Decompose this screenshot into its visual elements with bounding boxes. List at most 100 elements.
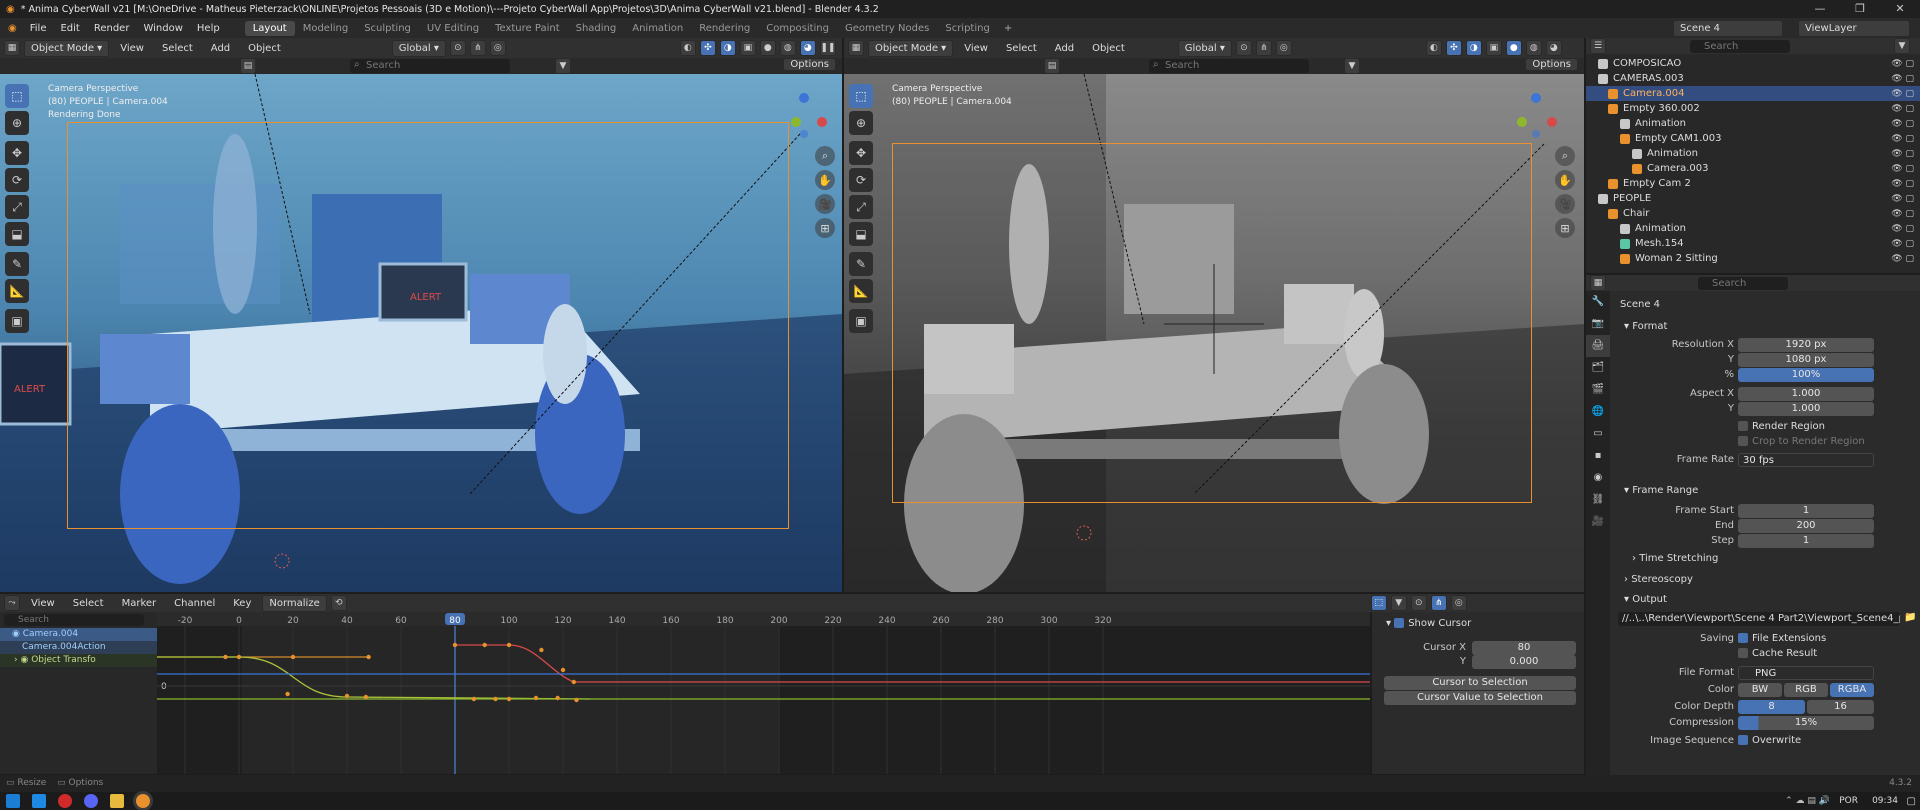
scale-tool-icon[interactable]: ⤢ xyxy=(849,195,873,219)
lock-view-icon[interactable]: ⊞ xyxy=(1555,218,1575,238)
folder-icon[interactable] xyxy=(110,794,124,808)
shading-rendered-icon[interactable]: ◕ xyxy=(1545,40,1562,56)
collection-tab-icon[interactable]: ▭ xyxy=(1586,423,1610,445)
minimize-icon[interactable]: — xyxy=(1800,0,1840,18)
viewport-left-canvas[interactable]: ALERT ALERT Camera Perspective (80) PEOP… xyxy=(0,74,842,592)
editor-type-icon[interactable]: ▦ xyxy=(1590,275,1606,291)
scale-tool-icon[interactable]: ⤢ xyxy=(5,195,29,219)
rotate-tool-icon[interactable]: ⟳ xyxy=(5,168,29,192)
outliner-row[interactable]: Camera.003 👁 ▢ xyxy=(1586,161,1920,176)
filter-funnel-icon[interactable]: ▼ xyxy=(1894,38,1910,54)
outliner-row[interactable]: Chair 👁 ▢ xyxy=(1586,206,1920,221)
measure-tool-icon[interactable]: 📐 xyxy=(5,279,29,303)
normalize-refresh-icon[interactable]: ⟲ xyxy=(330,595,347,611)
normalize-toggle[interactable]: Normalize xyxy=(262,594,327,612)
select-box-icon[interactable]: ⬚ xyxy=(5,84,29,108)
visibility-icon[interactable]: 👁 ▢ xyxy=(1891,209,1914,219)
viewlayer-selector[interactable]: ViewLayer xyxy=(1798,20,1910,37)
axis-gizmo[interactable] xyxy=(790,92,836,138)
outliner-search[interactable]: Search xyxy=(1690,39,1790,53)
tab-scripting[interactable]: Scripting xyxy=(937,21,997,36)
lock-view-icon[interactable]: ⊞ xyxy=(815,218,835,238)
visibility-icon[interactable]: 👁 ▢ xyxy=(1891,149,1914,159)
outliner-row[interactable]: Woman 2 Sitting 👁 ▢ xyxy=(1586,251,1920,266)
frame-range-section[interactable]: ▾ Frame Range xyxy=(1624,485,1698,496)
outliner-row[interactable]: Animation 👁 ▢ xyxy=(1586,146,1920,161)
only-selected-icon[interactable]: ⬚ xyxy=(1370,595,1387,611)
proportional-icon[interactable]: ◎ xyxy=(1275,40,1292,56)
visibility-icon[interactable]: 👁 ▢ xyxy=(1891,224,1914,234)
world-tab-icon[interactable]: 🌐 xyxy=(1586,401,1610,423)
data-tab-icon[interactable]: 🎥 xyxy=(1586,511,1610,533)
compression-slider[interactable]: 15% xyxy=(1738,715,1874,730)
gizmo-toggle-icon[interactable]: ✣ xyxy=(1445,40,1462,56)
snap-icon[interactable]: ⋔ xyxy=(1255,40,1272,56)
axis-gizmo[interactable] xyxy=(1516,92,1562,138)
editor-type-icon[interactable]: ▦ xyxy=(848,40,864,56)
channel-transform[interactable]: › ◉ Object Transfo xyxy=(0,654,157,667)
menu-channel[interactable]: Channel xyxy=(167,598,222,609)
channel-camera[interactable]: ◉ Camera.004 xyxy=(0,628,157,641)
transform-tool-icon[interactable]: ⬓ xyxy=(5,222,29,246)
move-tool-icon[interactable]: ✥ xyxy=(849,141,873,165)
resolution-y-field[interactable]: 1080 px xyxy=(1738,352,1874,367)
snap-icon[interactable]: ⋔ xyxy=(1430,595,1447,611)
opera-icon[interactable] xyxy=(58,794,72,808)
pivot-icon[interactable]: ⊙ xyxy=(1410,595,1427,611)
editor-type-icon[interactable]: ⤳ xyxy=(4,595,20,611)
color-rgb[interactable]: RGB xyxy=(1784,682,1828,697)
search-input-left[interactable]: Search xyxy=(350,59,510,73)
menu-render[interactable]: Render xyxy=(87,23,137,34)
object-tab-icon[interactable]: ▪ xyxy=(1586,445,1610,467)
cache-result-checkbox[interactable]: Cache Result xyxy=(1738,648,1817,659)
menu-marker[interactable]: Marker xyxy=(115,598,164,609)
annotate-tool-icon[interactable]: ✎ xyxy=(849,252,873,276)
shading-solid-icon[interactable]: ● xyxy=(1505,40,1522,56)
tab-layout[interactable]: Layout xyxy=(244,20,295,36)
shading-material-icon[interactable]: ◍ xyxy=(779,40,796,56)
visibility-icon[interactable]: 👁 ▢ xyxy=(1891,164,1914,174)
add-cube-tool-icon[interactable]: ▣ xyxy=(849,309,873,333)
pivot-icon[interactable]: ⊙ xyxy=(449,40,466,56)
visibility-icon[interactable]: 👁 ▢ xyxy=(1891,104,1914,114)
visibility-icon[interactable]: 👁 ▢ xyxy=(1891,74,1914,84)
cursor-y-field[interactable]: 0.000 xyxy=(1472,655,1576,669)
menu-help[interactable]: Help xyxy=(190,23,227,34)
constraint-tab-icon[interactable]: ⛓ xyxy=(1586,489,1610,511)
camera-view-icon[interactable]: 🎥 xyxy=(815,194,835,214)
language-indicator[interactable]: POR xyxy=(1839,796,1858,806)
filter-funnel-icon[interactable]: ▼ xyxy=(1390,595,1407,611)
move-tool-icon[interactable]: ✥ xyxy=(5,141,29,165)
menu-object[interactable]: Object xyxy=(1085,43,1132,54)
zoom-icon[interactable]: ⌕ xyxy=(1555,146,1575,166)
outliner-row[interactable]: CAMERAS.003 👁 ▢ xyxy=(1586,71,1920,86)
proportional-icon[interactable]: ◎ xyxy=(1450,595,1467,611)
outliner-row[interactable]: COMPOSICAO 👁 ▢ xyxy=(1586,56,1920,71)
format-section[interactable]: ▾ Format xyxy=(1624,321,1667,332)
editor-type-icon[interactable]: ☰ xyxy=(1590,38,1606,54)
snap-icon[interactable]: ⋔ xyxy=(469,40,486,56)
filter-funnel-icon[interactable]: ▼ xyxy=(555,58,571,74)
tray-icons[interactable]: ⌃ ☁ ▤ 🔊 xyxy=(1785,796,1830,806)
physics-tab-icon[interactable]: ◉ xyxy=(1586,467,1610,489)
xray-icon[interactable]: ▣ xyxy=(739,40,756,56)
outliner-row[interactable]: Camera.004 👁 ▢ xyxy=(1586,86,1920,101)
outliner-row[interactable]: Mesh.154 👁 ▢ xyxy=(1586,236,1920,251)
menu-edit[interactable]: Edit xyxy=(53,23,86,34)
tab-uv-editing[interactable]: UV Editing xyxy=(419,21,487,36)
pause-icon[interactable]: ❚❚ xyxy=(819,40,836,56)
view-gizmo-icon[interactable]: ◐ xyxy=(679,40,696,56)
menu-view[interactable]: View xyxy=(24,598,62,609)
folder-icon[interactable]: 📁 xyxy=(1904,612,1916,623)
menu-select[interactable]: Select xyxy=(155,43,200,54)
stereoscopy-section[interactable]: › Stereoscopy xyxy=(1624,574,1693,585)
color-bw[interactable]: BW xyxy=(1738,682,1782,697)
show-cursor-section[interactable]: ▾ Show Cursor xyxy=(1386,618,1471,629)
channel-search[interactable]: Search xyxy=(4,614,144,626)
aspect-y-field[interactable]: 1.000 xyxy=(1738,401,1874,416)
render-region-checkbox[interactable]: Render Region xyxy=(1738,421,1825,432)
measure-tool-icon[interactable]: 📐 xyxy=(849,279,873,303)
xray-icon[interactable]: ▣ xyxy=(1485,40,1502,56)
cursor-to-selection-button[interactable]: Cursor to Selection xyxy=(1384,676,1576,690)
menu-object[interactable]: Object xyxy=(241,43,288,54)
